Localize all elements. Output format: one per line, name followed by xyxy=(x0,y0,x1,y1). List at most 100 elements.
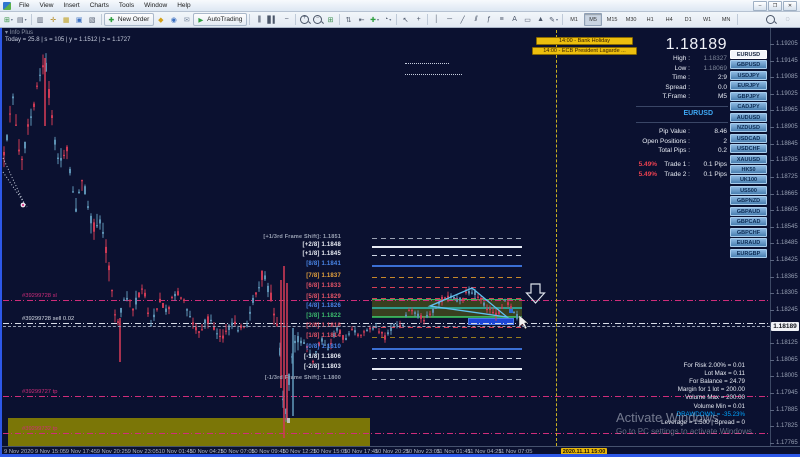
symbol-button-gbpusd[interactable]: GBPUSD xyxy=(730,60,767,70)
chart-shift-button[interactable]: ⇤ xyxy=(355,13,368,26)
market-watch-button[interactable]: ▥ xyxy=(34,13,47,26)
text-tool[interactable]: A xyxy=(508,13,521,26)
navigator-button[interactable]: ▦ xyxy=(60,13,73,26)
price-tick-mark xyxy=(770,210,774,212)
timeframe-m1[interactable]: M1 xyxy=(565,13,583,26)
price-axis-line xyxy=(770,28,771,446)
murrey-level-label: [6/8] 1.1833 xyxy=(306,283,341,289)
help-chat-icon[interactable]: ◌ xyxy=(781,13,794,26)
close-button[interactable]: ✕ xyxy=(783,0,797,11)
symbol-button-gbpchf[interactable]: GBPCHF xyxy=(730,227,767,237)
symbol-button-euraud[interactable]: EURAUD xyxy=(730,238,767,248)
price-tick-label: 1.19025 xyxy=(776,90,798,97)
terminal-button[interactable]: ▣ xyxy=(73,13,86,26)
timeframe-h4[interactable]: H4 xyxy=(660,13,678,26)
symbol-button-gbpaud[interactable]: GBPAUD xyxy=(730,206,767,216)
symbol-button-xauusd[interactable]: XAUUSD xyxy=(730,154,767,164)
crosshair-tool[interactable]: + xyxy=(412,13,425,26)
chart-area[interactable]: #39299728 sl #39299728 sell 0.02 #39299727… xyxy=(0,28,800,457)
shapes-tool[interactable]: ≡ xyxy=(495,13,508,26)
window-controls: – ❐ ✕ xyxy=(753,0,797,11)
panel-divider xyxy=(636,106,728,107)
symbol-button-gbpnzd[interactable]: GBPNZD xyxy=(730,196,767,206)
symbol-button-cadjpy[interactable]: CADJPY xyxy=(730,102,767,112)
candlestick-chart-button[interactable]: ▋▍ xyxy=(265,13,280,26)
murrey-level-label: [5/8] 1.1829 xyxy=(306,294,341,300)
auto-arrange-button[interactable]: ⇅ xyxy=(342,13,355,26)
menu-insert[interactable]: Insert xyxy=(58,1,84,10)
menu-tools[interactable]: Tools xyxy=(114,1,139,10)
cursor-tool[interactable]: ↖ xyxy=(399,13,412,26)
symbol-button-eurjpy[interactable]: EURJPY xyxy=(730,81,767,91)
vertical-line-tool[interactable]: │ xyxy=(430,13,443,26)
menu-help[interactable]: Help xyxy=(172,1,195,10)
menu-charts[interactable]: Charts xyxy=(85,1,114,10)
label-tool[interactable]: ▭ xyxy=(521,13,534,26)
indicator-list-icon[interactable]: ◆ xyxy=(154,13,167,26)
timeframe-w1[interactable]: W1 xyxy=(698,13,716,26)
murrey-level-label: [8/8] 1.1841 xyxy=(306,261,341,267)
info-label: Low : xyxy=(674,64,690,72)
alerts-icon[interactable]: ◉ xyxy=(167,13,180,26)
symbol-button-hk50[interactable]: HK50 xyxy=(730,164,767,174)
symbol-button-usdchf[interactable]: USDCHF xyxy=(730,144,767,154)
symbol-button-nzdusd[interactable]: NZDUSD xyxy=(730,123,767,133)
line-chart-button[interactable]: ~ xyxy=(280,13,293,26)
timeframe-m5[interactable]: M5 xyxy=(584,13,603,26)
risk-line: For Risk 2.00% = 0.01 xyxy=(683,362,745,369)
symbol-button-gbpjpy[interactable]: GBPJPY xyxy=(730,91,767,101)
more-objects-button[interactable]: ✎ ▾ xyxy=(547,13,560,26)
menu-window[interactable]: Window xyxy=(139,1,172,10)
timeframe-h1[interactable]: H1 xyxy=(641,13,659,26)
price-tick-mark xyxy=(770,376,774,378)
channel-tool[interactable]: // xyxy=(469,13,482,26)
fibonacci-tool[interactable]: ƒ xyxy=(482,13,495,26)
data-window-button[interactable]: ✛ xyxy=(47,13,60,26)
add-indicator-button[interactable]: ✚ ▾ xyxy=(368,13,381,26)
strategy-tester-button[interactable]: ▧ xyxy=(86,13,99,26)
menu-view[interactable]: View xyxy=(34,1,58,10)
trade-risk-pct: 5.49% xyxy=(638,171,657,178)
new-order-button[interactable]: ✚ New Order xyxy=(103,13,155,26)
symbol-button-us500[interactable]: US500 xyxy=(730,185,767,195)
symbol-button-uk100[interactable]: UK100 xyxy=(730,175,767,185)
new-chart-button[interactable]: ⊞ ▾ xyxy=(2,13,15,26)
symbol-button-eurgbp[interactable]: EURGBP xyxy=(730,248,767,258)
profiles-button[interactable]: ▤ ▾ xyxy=(15,13,29,26)
activate-windows-subtext: Go to PC settings to activate Windows. xyxy=(616,427,755,436)
timeframe-m15[interactable]: M15 xyxy=(603,13,621,26)
restore-button[interactable]: ❐ xyxy=(768,0,782,11)
zoom-out-button[interactable]: − xyxy=(311,13,324,26)
symbol-button-usdjpy[interactable]: USDJPY xyxy=(730,70,767,80)
buy-marker xyxy=(509,309,513,313)
timeframe-m30[interactable]: M30 xyxy=(622,13,640,26)
symbol-button-gbpcad[interactable]: GBPCAD xyxy=(730,217,767,227)
trendline-tool[interactable]: ╱ xyxy=(456,13,469,26)
price-tick-label: 1.17765 xyxy=(776,439,798,446)
arrow-tool[interactable]: ▲ xyxy=(534,13,547,26)
app-icon xyxy=(3,1,11,10)
bar-chart-button[interactable]: ||| xyxy=(252,13,265,26)
timeframe-d1[interactable]: D1 xyxy=(679,13,697,26)
periods-button[interactable]: ◔ ▾ xyxy=(381,13,394,26)
search-icon[interactable] xyxy=(764,13,777,26)
toolbar-separator xyxy=(737,14,739,25)
toolbar-separator xyxy=(249,14,251,25)
zoom-in-button[interactable]: + xyxy=(298,13,311,26)
symbol-button-usdcad[interactable]: USDCAD xyxy=(730,133,767,143)
symbol-button-audusd[interactable]: AUDUSD xyxy=(730,112,767,122)
mailbox-icon[interactable]: ✉ xyxy=(180,13,193,26)
info-label: Trade 2 : xyxy=(664,171,690,178)
horizontal-line-tool[interactable]: ─ xyxy=(443,13,456,26)
timeframe-mn[interactable]: MN xyxy=(717,13,735,26)
news-banner: 14:00 - ECB President Lagarde ... xyxy=(532,47,637,55)
tile-windows-button[interactable]: ⊞ xyxy=(324,13,337,26)
autotrading-button[interactable]: ▶ AutoTrading xyxy=(193,13,248,26)
price-tick-mark xyxy=(770,77,774,79)
symbol-button-eurusd[interactable]: EURUSD xyxy=(730,50,767,59)
murrey-level-label: [-2/8] 1.1803 xyxy=(304,364,341,370)
triangle-drawing xyxy=(427,287,510,318)
price-tick-mark xyxy=(770,426,774,428)
menu-file[interactable]: File xyxy=(14,1,34,10)
minimize-button[interactable]: – xyxy=(753,0,767,11)
